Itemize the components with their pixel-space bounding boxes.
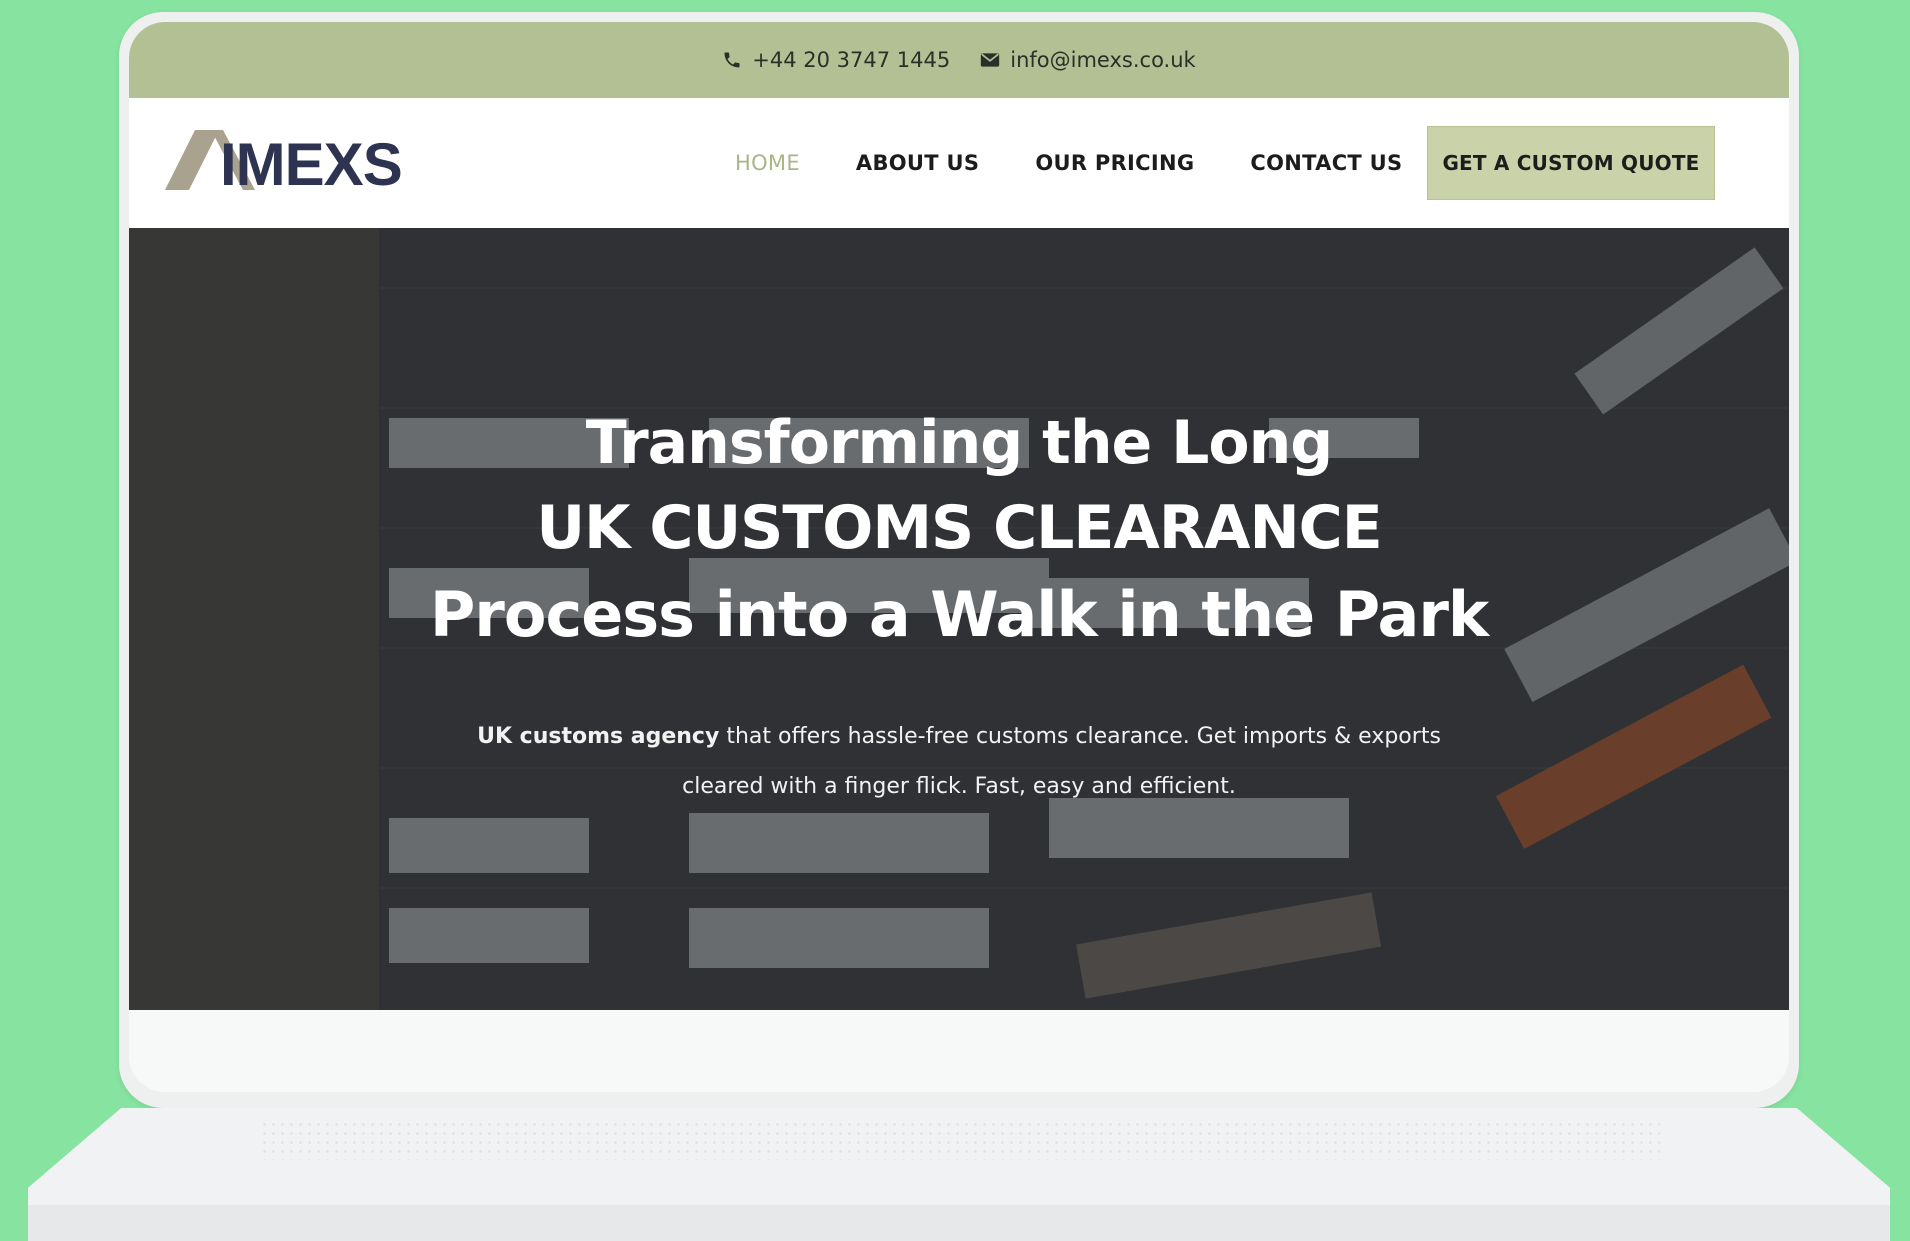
phone-number: +44 20 3747 1445 bbox=[752, 48, 951, 72]
logo-wordmark: IMEXS bbox=[220, 131, 403, 198]
hero-subtitle-line-1: UK customs agency that offers hassle-fre… bbox=[359, 712, 1559, 762]
hero-subtitle-rest: that offers hassle-free customs clearanc… bbox=[719, 724, 1441, 749]
laptop-screen: +44 20 3747 1445 info@imexs.co.uk IMEXS … bbox=[129, 22, 1789, 1092]
nav-menu: HOME ABOUT US OUR PRICING CONTACT US bbox=[735, 98, 1402, 228]
get-custom-quote-button[interactable]: GET A CUSTOM QUOTE bbox=[1427, 126, 1715, 200]
nav-item-contact-us[interactable]: CONTACT US bbox=[1250, 151, 1402, 175]
laptop-base-edge bbox=[28, 1205, 1890, 1241]
site-logo[interactable]: IMEXS bbox=[165, 128, 415, 198]
envelope-icon bbox=[980, 50, 1000, 70]
contact-bar: +44 20 3747 1445 info@imexs.co.uk bbox=[129, 22, 1789, 98]
below-hero-section bbox=[129, 1010, 1789, 1092]
hero-title-line-2: UK CUSTOMS CLEARANCE bbox=[536, 493, 1382, 563]
hero-subtitle-line-2: cleared with a finger flick. Fast, easy … bbox=[682, 774, 1236, 799]
hero-subtitle-bold[interactable]: UK customs agency bbox=[477, 724, 719, 749]
hero-section: Transforming the Long UK CUSTOMS CLEARAN… bbox=[129, 228, 1789, 1010]
laptop-keyboard bbox=[260, 1120, 1660, 1160]
phone-icon bbox=[722, 50, 742, 70]
nav-item-about-us[interactable]: ABOUT US bbox=[856, 151, 979, 175]
email-contact[interactable]: info@imexs.co.uk bbox=[980, 48, 1196, 72]
email-address: info@imexs.co.uk bbox=[1010, 48, 1196, 72]
nav-item-our-pricing[interactable]: OUR PRICING bbox=[1035, 151, 1194, 175]
hero-title-line-3: Process into a Walk in the Park bbox=[429, 578, 1489, 651]
main-navigation: IMEXS HOME ABOUT US OUR PRICING CONTACT … bbox=[129, 98, 1789, 228]
nav-item-home[interactable]: HOME bbox=[735, 151, 800, 175]
phone-contact[interactable]: +44 20 3747 1445 bbox=[722, 48, 950, 72]
hero-title-line-1: Transforming the Long bbox=[585, 408, 1334, 478]
